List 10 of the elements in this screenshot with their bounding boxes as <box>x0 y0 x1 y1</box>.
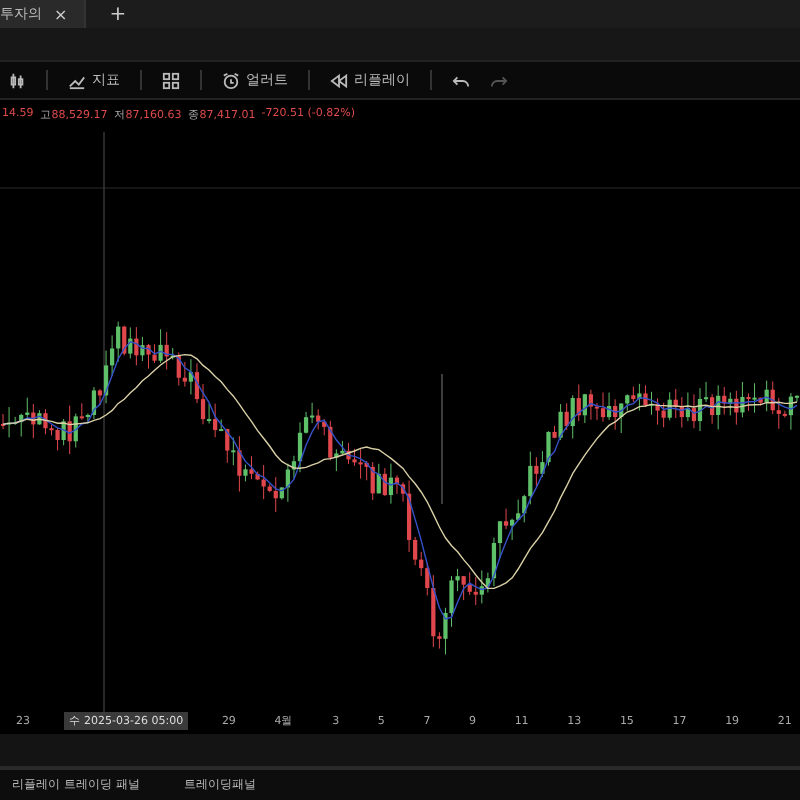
redo-icon[interactable] <box>490 71 508 89</box>
candles-icon[interactable] <box>8 71 26 89</box>
chart-line-icon <box>68 71 86 89</box>
alarm-icon <box>222 71 240 89</box>
undo-icon[interactable] <box>452 71 470 89</box>
grid-icon[interactable] <box>162 71 180 89</box>
rewind-icon <box>330 71 348 89</box>
new-tab-button[interactable]: + <box>101 3 135 25</box>
close-icon[interactable]: × <box>54 5 68 23</box>
crosshair-line <box>441 373 443 505</box>
